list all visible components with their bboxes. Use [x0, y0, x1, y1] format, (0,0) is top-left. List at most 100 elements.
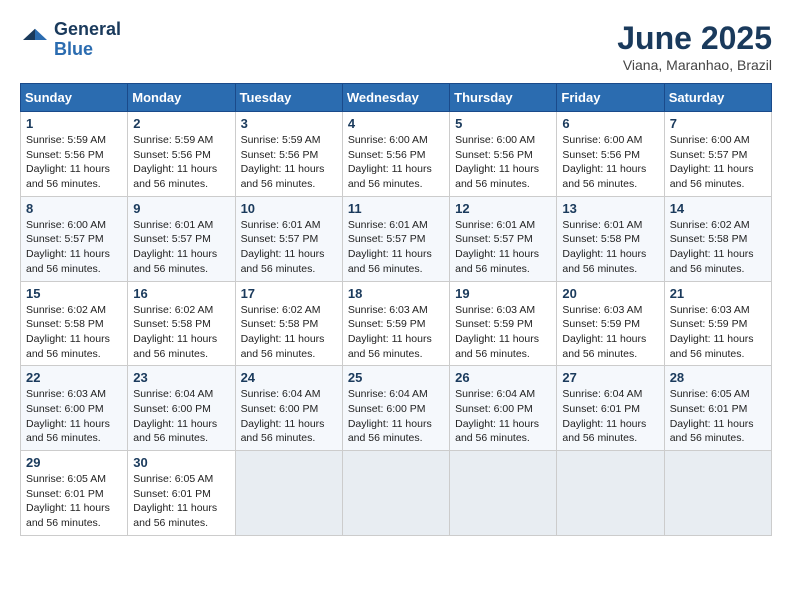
day-header-sunday: Sunday [21, 84, 128, 112]
day-info: Sunrise: 6:03 AMSunset: 5:59 PMDaylight:… [670, 303, 766, 362]
day-number: 30 [133, 455, 229, 470]
calendar-cell: 30 Sunrise: 6:05 AMSunset: 6:01 PMDayligh… [128, 451, 235, 536]
calendar-body: 1 Sunrise: 5:59 AMSunset: 5:56 PMDaylight… [21, 112, 772, 536]
day-number: 13 [562, 201, 658, 216]
calendar-cell: 19 Sunrise: 6:03 AMSunset: 5:59 PMDayligh… [450, 281, 557, 366]
calendar-week-row: 1 Sunrise: 5:59 AMSunset: 5:56 PMDaylight… [21, 112, 772, 197]
day-info: Sunrise: 6:03 AMSunset: 6:00 PMDaylight:… [26, 387, 122, 446]
day-number: 2 [133, 116, 229, 131]
day-number: 19 [455, 286, 551, 301]
day-number: 12 [455, 201, 551, 216]
calendar-cell: 6 Sunrise: 6:00 AMSunset: 5:56 PMDaylight… [557, 112, 664, 197]
day-number: 3 [241, 116, 337, 131]
calendar-cell: 18 Sunrise: 6:03 AMSunset: 5:59 PMDayligh… [342, 281, 449, 366]
day-info: Sunrise: 6:01 AMSunset: 5:57 PMDaylight:… [133, 218, 229, 277]
calendar-cell: 28 Sunrise: 6:05 AMSunset: 6:01 PMDayligh… [664, 366, 771, 451]
day-info: Sunrise: 5:59 AMSunset: 5:56 PMDaylight:… [241, 133, 337, 192]
day-number: 26 [455, 370, 551, 385]
day-number: 5 [455, 116, 551, 131]
day-info: Sunrise: 6:04 AMSunset: 6:00 PMDaylight:… [241, 387, 337, 446]
day-number: 11 [348, 201, 444, 216]
calendar-cell [342, 451, 449, 536]
day-number: 22 [26, 370, 122, 385]
day-header-monday: Monday [128, 84, 235, 112]
day-info: Sunrise: 5:59 AMSunset: 5:56 PMDaylight:… [133, 133, 229, 192]
month-title: June 2025 [617, 20, 772, 57]
day-number: 7 [670, 116, 766, 131]
calendar-cell: 1 Sunrise: 5:59 AMSunset: 5:56 PMDaylight… [21, 112, 128, 197]
day-info: Sunrise: 6:04 AMSunset: 6:00 PMDaylight:… [133, 387, 229, 446]
day-number: 20 [562, 286, 658, 301]
calendar-week-row: 8Sunrise: 6:00 AMSunset: 5:57 PMDaylight… [21, 196, 772, 281]
day-header-tuesday: Tuesday [235, 84, 342, 112]
calendar-week-row: 22 Sunrise: 6:03 AMSunset: 6:00 PMDayligh… [21, 366, 772, 451]
logo-text: General Blue [54, 20, 121, 60]
day-info: Sunrise: 6:01 AMSunset: 5:58 PMDaylight:… [562, 218, 658, 277]
day-info: Sunrise: 6:05 AMSunset: 6:01 PMDaylight:… [670, 387, 766, 446]
day-info: Sunrise: 6:05 AMSunset: 6:01 PMDaylight:… [26, 472, 122, 531]
day-number: 4 [348, 116, 444, 131]
day-number: 24 [241, 370, 337, 385]
calendar-week-row: 15 Sunrise: 6:02 AMSunset: 5:58 PMDayligh… [21, 281, 772, 366]
day-number: 15 [26, 286, 122, 301]
day-info: Sunrise: 6:03 AMSunset: 5:59 PMDaylight:… [455, 303, 551, 362]
calendar-cell: 25Sunrise: 6:04 AMSunset: 6:00 PMDayligh… [342, 366, 449, 451]
day-info: Sunrise: 6:03 AMSunset: 5:59 PMDaylight:… [562, 303, 658, 362]
day-number: 16 [133, 286, 229, 301]
day-header-thursday: Thursday [450, 84, 557, 112]
day-info: Sunrise: 6:00 AMSunset: 5:56 PMDaylight:… [455, 133, 551, 192]
calendar-cell: 17Sunrise: 6:02 AMSunset: 5:58 PMDayligh… [235, 281, 342, 366]
day-number: 18 [348, 286, 444, 301]
day-info: Sunrise: 6:03 AMSunset: 5:59 PMDaylight:… [348, 303, 444, 362]
day-number: 1 [26, 116, 122, 131]
day-info: Sunrise: 6:02 AMSunset: 5:58 PMDaylight:… [133, 303, 229, 362]
day-info: Sunrise: 6:04 AMSunset: 6:01 PMDaylight:… [562, 387, 658, 446]
page-header: General Blue June 2025 Viana, Maranhao, … [20, 20, 772, 73]
calendar-cell: 20 Sunrise: 6:03 AMSunset: 5:59 PMDayligh… [557, 281, 664, 366]
calendar-cell: 14Sunrise: 6:02 AMSunset: 5:58 PMDayligh… [664, 196, 771, 281]
day-info: Sunrise: 6:05 AMSunset: 6:01 PMDaylight:… [133, 472, 229, 531]
calendar-cell: 21Sunrise: 6:03 AMSunset: 5:59 PMDayligh… [664, 281, 771, 366]
day-header-friday: Friday [557, 84, 664, 112]
calendar-week-row: 29 Sunrise: 6:05 AMSunset: 6:01 PMDayligh… [21, 451, 772, 536]
day-header-wednesday: Wednesday [342, 84, 449, 112]
calendar-cell: 16 Sunrise: 6:02 AMSunset: 5:58 PMDayligh… [128, 281, 235, 366]
logo-line1: General [54, 20, 121, 40]
calendar-cell: 3 Sunrise: 5:59 AMSunset: 5:56 PMDaylight… [235, 112, 342, 197]
calendar-cell: 11Sunrise: 6:01 AMSunset: 5:57 PMDayligh… [342, 196, 449, 281]
day-info: Sunrise: 5:59 AMSunset: 5:56 PMDaylight:… [26, 133, 122, 192]
calendar-cell: 24 Sunrise: 6:04 AMSunset: 6:00 PMDayligh… [235, 366, 342, 451]
day-number: 10 [241, 201, 337, 216]
calendar-table: SundayMondayTuesdayWednesdayThursdayFrid… [20, 83, 772, 536]
logo: General Blue [20, 20, 121, 60]
day-info: Sunrise: 6:01 AMSunset: 5:57 PMDaylight:… [241, 218, 337, 277]
calendar-cell: 29 Sunrise: 6:05 AMSunset: 6:01 PMDayligh… [21, 451, 128, 536]
day-number: 8 [26, 201, 122, 216]
day-number: 27 [562, 370, 658, 385]
calendar-cell: 8Sunrise: 6:00 AMSunset: 5:57 PMDaylight… [21, 196, 128, 281]
calendar-cell: 26Sunrise: 6:04 AMSunset: 6:00 PMDayligh… [450, 366, 557, 451]
calendar-cell [235, 451, 342, 536]
calendar-cell: 4 Sunrise: 6:00 AMSunset: 5:56 PMDaylight… [342, 112, 449, 197]
day-info: Sunrise: 6:02 AMSunset: 5:58 PMDaylight:… [670, 218, 766, 277]
calendar-cell: 9Sunrise: 6:01 AMSunset: 5:57 PMDaylight… [128, 196, 235, 281]
calendar-header-row: SundayMondayTuesdayWednesdayThursdayFrid… [21, 84, 772, 112]
calendar-cell: 2 Sunrise: 5:59 AMSunset: 5:56 PMDaylight… [128, 112, 235, 197]
logo-icon [20, 25, 50, 55]
calendar-cell: 23 Sunrise: 6:04 AMSunset: 6:00 PMDayligh… [128, 366, 235, 451]
calendar-cell: 15Sunrise: 6:02 AMSunset: 5:58 PMDayligh… [21, 281, 128, 366]
day-info: Sunrise: 6:02 AMSunset: 5:58 PMDaylight:… [241, 303, 337, 362]
day-number: 23 [133, 370, 229, 385]
day-header-saturday: Saturday [664, 84, 771, 112]
logo-line2: Blue [54, 40, 121, 60]
day-number: 28 [670, 370, 766, 385]
calendar-cell: 13 Sunrise: 6:01 AMSunset: 5:58 PMDayligh… [557, 196, 664, 281]
day-info: Sunrise: 6:00 AMSunset: 5:56 PMDaylight:… [348, 133, 444, 192]
day-number: 6 [562, 116, 658, 131]
location-subtitle: Viana, Maranhao, Brazil [617, 57, 772, 73]
calendar-cell: 22 Sunrise: 6:03 AMSunset: 6:00 PMDayligh… [21, 366, 128, 451]
calendar-cell: 5 Sunrise: 6:00 AMSunset: 5:56 PMDaylight… [450, 112, 557, 197]
day-number: 29 [26, 455, 122, 470]
day-info: Sunrise: 6:00 AMSunset: 5:56 PMDaylight:… [562, 133, 658, 192]
calendar-cell [664, 451, 771, 536]
